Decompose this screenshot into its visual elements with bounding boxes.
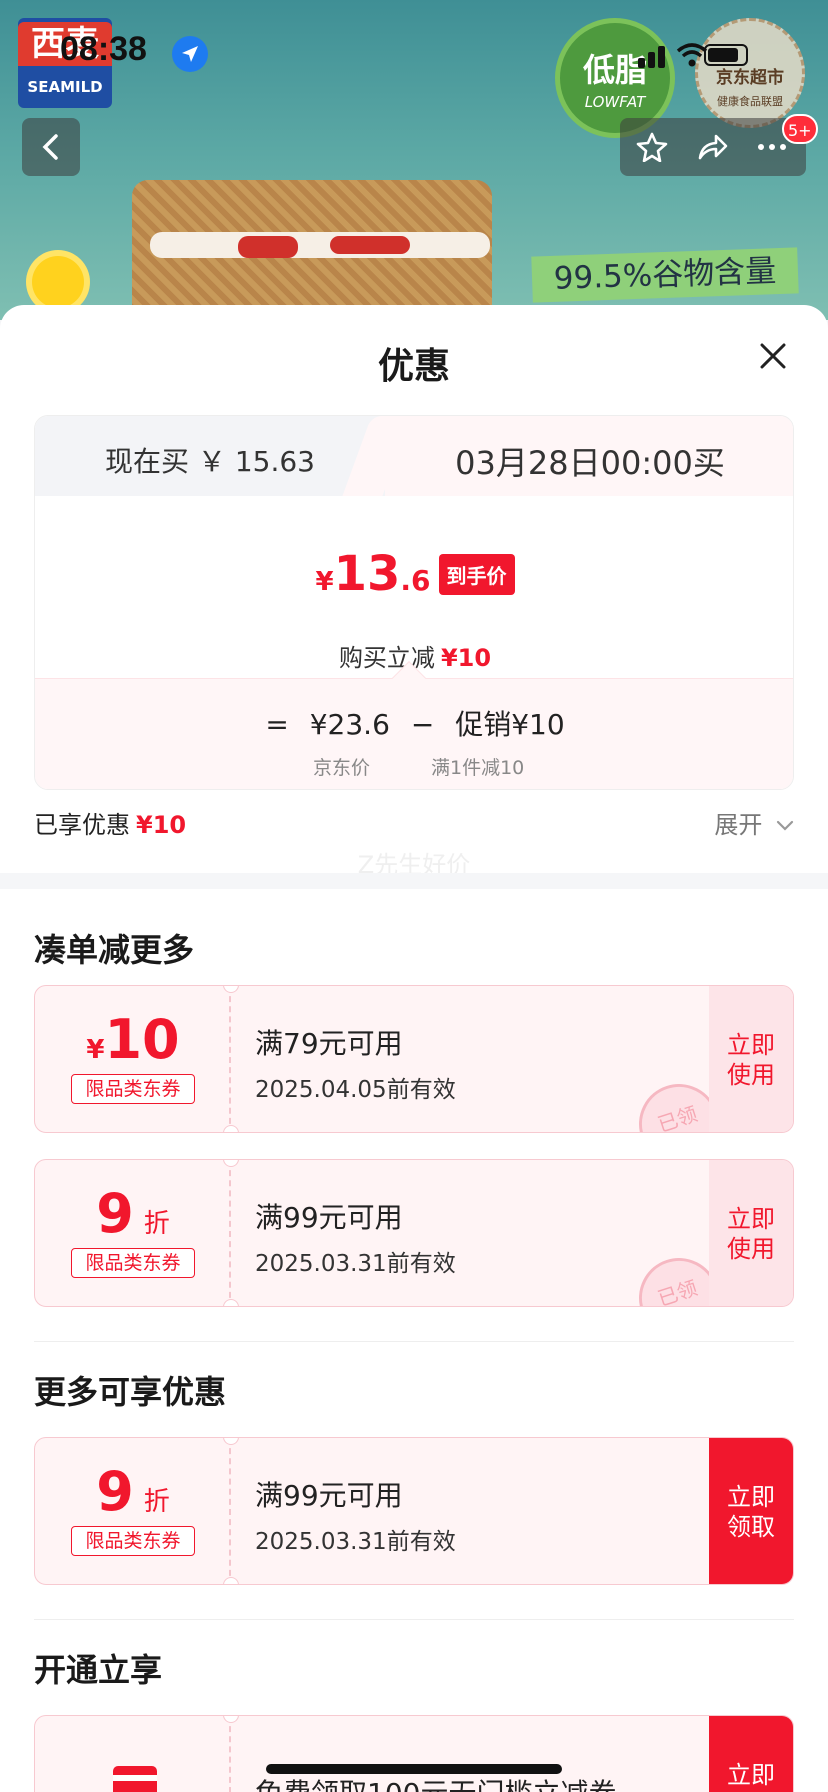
final-price-row: ¥13.6 到手价: [35, 546, 793, 606]
status-time: 08:38: [60, 30, 147, 68]
coupon-condition: 满99元可用: [255, 1479, 403, 1512]
back-button[interactable]: [22, 118, 80, 176]
calc-base-price: ¥23.6: [309, 708, 390, 741]
share-icon[interactable]: [696, 132, 728, 162]
coupon-number: 10: [104, 1008, 180, 1071]
divider: [34, 1619, 794, 1620]
membership-card-left: [35, 1716, 231, 1792]
coupon-value: 9折 限品类东券: [35, 1160, 231, 1306]
enjoyed-discount: 已享优惠 ¥10: [34, 805, 186, 840]
product-image-jam: [238, 236, 298, 258]
coupon-type: 限品类东券: [71, 1248, 195, 1278]
final-price: ¥13.6: [315, 546, 430, 602]
calc-promo-label: 满1件减10: [431, 757, 525, 779]
membership-card: 免费领取100元无门槛立减券 立即: [34, 1715, 794, 1792]
coupon-card: ¥10 限品类东券 满79元可用 2025.04.05前有效 已领 立即 使用: [34, 985, 794, 1133]
grain-content-tag: 99.5%谷物含量: [531, 247, 799, 303]
coupon-value: 9折 限品类东券: [35, 1438, 231, 1584]
calc-minus: −: [410, 708, 435, 741]
coupon-type: 限品类东券: [71, 1526, 195, 1556]
coupon-card: 9折 限品类东券 满99元可用 2025.03.31前有效 已领 立即 使用: [34, 1159, 794, 1307]
expand-label: 展开: [714, 811, 763, 839]
price-calc: = ¥23.6 − 促销¥10 京东价 满1件减10: [35, 661, 793, 789]
coupon-expiry: 2025.03.31前有效: [255, 1251, 456, 1277]
action-bar: [620, 118, 806, 176]
coupon-amount: ¥10: [35, 1008, 231, 1071]
coupon-use-button[interactable]: 立即 使用: [709, 986, 793, 1132]
tab-buy-later[interactable]: 03月28日00:00买: [385, 416, 793, 496]
battery-icon: [704, 44, 748, 66]
tab-buy-later-label: 03月28日00:00买: [455, 444, 725, 482]
star-icon[interactable]: [636, 132, 668, 162]
final-price-integer: 13: [333, 546, 401, 602]
coupon-number: 9: [96, 1182, 134, 1245]
enjoyed-label: 已享优惠: [34, 811, 130, 839]
coupon-unit: 折: [143, 1209, 170, 1239]
price-calc-line: = ¥23.6 − 促销¥10: [35, 703, 793, 743]
coupon-number: 9: [96, 1460, 134, 1523]
home-indicator: [266, 1764, 562, 1774]
discount-sheet: 优惠 现在买 ￥ 15.63 03月28日00:00买 ¥13.6 到手价 购买立…: [0, 305, 828, 1792]
product-banner: 99.5%谷物含量 西麦 SEAMILD 低脂 LOWFAT 京东超市 健康食品…: [0, 0, 828, 320]
coupon-expiry: 2025.03.31前有效: [255, 1529, 456, 1555]
location-arrow-icon: [172, 36, 208, 72]
flower-decoration: [32, 256, 84, 308]
final-price-decimal: .6: [400, 564, 431, 597]
calc-base-label: 京东价: [313, 757, 371, 779]
close-icon[interactable]: [758, 341, 788, 371]
signal-icon: [638, 58, 645, 68]
section-divider: [0, 873, 828, 889]
coupon-amount: 9折: [35, 1182, 231, 1245]
tab-buy-now-label: 现在买 ￥ 15.63: [105, 445, 315, 478]
final-price-tag: 到手价: [438, 553, 515, 595]
coupon-type: 限品类东券: [71, 1074, 195, 1104]
coupon-condition: 满99元可用: [255, 1201, 403, 1234]
divider: [34, 1341, 794, 1342]
credit-card-icon: [113, 1766, 157, 1792]
calc-equals: =: [265, 708, 289, 741]
coupon-amount: 9折: [35, 1460, 231, 1523]
tab-buy-now[interactable]: 现在买 ￥ 15.63: [35, 416, 395, 496]
coupon-claim-button[interactable]: 立即 领取: [709, 1438, 793, 1584]
calc-promo: 促销¥10: [455, 708, 565, 741]
coupon-condition: 满79元可用: [255, 1027, 403, 1060]
instant-discount-amount: ¥10: [440, 644, 492, 672]
coupon-expiry: 2025.04.05前有效: [255, 1077, 456, 1103]
jd-seal: 京东超市 健康食品联盟: [695, 18, 805, 128]
cart-count-badge: 5+: [782, 114, 818, 144]
coupon-value: ¥10 限品类东券: [35, 986, 231, 1132]
sheet-title: 优惠: [377, 346, 450, 387]
coupon-unit: 折: [143, 1487, 170, 1517]
chevron-left-icon: [42, 134, 58, 160]
coupon-card: 9折 限品类东券 满99元可用 2025.03.31前有效 立即 领取: [34, 1437, 794, 1585]
expand-toggle[interactable]: 展开: [714, 805, 794, 840]
coupon-use-button[interactable]: 立即 使用: [709, 1160, 793, 1306]
section-title-more-discount: 凑单减更多: [34, 931, 195, 969]
lowfat-badge-sub: LOWFAT: [584, 93, 646, 111]
section-title-open: 开通立享: [34, 1651, 163, 1689]
section-title-more-offers: 更多可享优惠: [34, 1373, 227, 1411]
enjoyed-amount: ¥10: [136, 811, 187, 839]
product-image-filling: [150, 232, 490, 258]
chevron-down-icon: [776, 820, 794, 831]
product-image-jam: [330, 236, 410, 254]
final-price-currency: ¥: [315, 567, 334, 597]
coupon-currency: ¥: [86, 1035, 105, 1065]
price-card: 现在买 ￥ 15.63 03月28日00:00买 ¥13.6 到手价 购买立减 ¥1…: [34, 415, 794, 790]
membership-offer-text: 免费领取100元无门槛立减券: [255, 1772, 616, 1792]
brand-logo-en: SEAMILD: [27, 78, 103, 96]
membership-claim-button[interactable]: 立即: [709, 1716, 793, 1792]
jd-seal-sub: 健康食品联盟: [717, 95, 783, 108]
status-icons: [598, 40, 748, 70]
instant-discount-label: 购买立减: [338, 644, 435, 672]
